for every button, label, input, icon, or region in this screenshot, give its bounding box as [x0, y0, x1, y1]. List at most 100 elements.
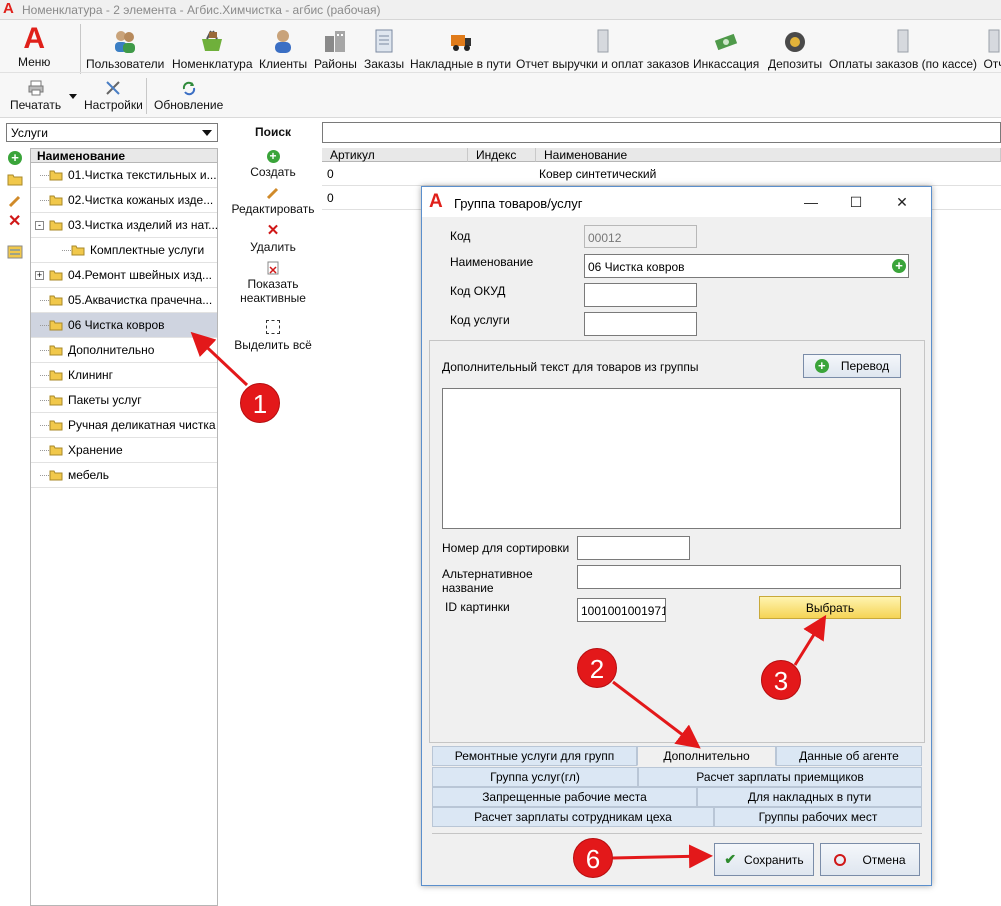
alt-name-field[interactable] — [577, 565, 901, 589]
translate-button[interactable]: + Перевод — [803, 354, 901, 378]
show-inactive-button[interactable]: Показать неактивные — [228, 261, 318, 305]
clients-button[interactable]: Клиенты — [259, 28, 307, 71]
cancel-label: Отмена — [862, 852, 906, 867]
tab-service-group[interactable]: Группа услуг(гл) — [432, 767, 638, 787]
create-button[interactable]: + Создать — [228, 150, 318, 179]
tree-item-label: Клининг — [68, 368, 114, 382]
list-icon[interactable] — [7, 245, 23, 259]
add-group-icon[interactable]: + — [8, 151, 22, 165]
search-input[interactable] — [322, 122, 1001, 143]
tree-item[interactable]: +04.Ремонт швейных изд... — [31, 263, 217, 288]
tree-item[interactable]: Дополнительно — [31, 338, 217, 363]
column-header-name[interactable]: Наименование — [536, 148, 1001, 162]
minimize-icon[interactable]: — — [796, 191, 826, 213]
image-id-label: ID картинки — [445, 600, 510, 614]
tab-workplace-groups[interactable]: Группы рабочих мест — [714, 807, 922, 827]
tree-item[interactable]: 05.Аквачистка прачечна... — [31, 288, 217, 313]
add-translation-icon[interactable]: + — [892, 259, 906, 273]
tree-item[interactable]: - 03.Чистка изделий из нат... — [31, 213, 217, 238]
tree-item[interactable]: Пакеты услуг — [31, 388, 217, 413]
tab-repair-services[interactable]: Ремонтные услуги для групп — [432, 746, 637, 766]
districts-button[interactable]: Районы — [314, 28, 357, 71]
tab-additional[interactable]: Дополнительно — [637, 746, 776, 766]
cell-article: 0 — [327, 167, 334, 181]
edit-button[interactable]: Редактировать — [228, 187, 318, 216]
order-payments-label: Оплаты заказов (по кассе) — [829, 57, 978, 71]
revenue-report-label: Отчет выручки и оплат заказов — [516, 57, 690, 71]
delete-icon[interactable]: ✕ — [8, 214, 21, 230]
column-header-article[interactable]: Артикул — [322, 148, 468, 162]
nomenclature-button[interactable]: Номенклатура — [172, 28, 253, 71]
tree-item-label: Дополнительно — [68, 343, 155, 357]
category-filter-select[interactable]: Услуги — [6, 123, 218, 142]
service-code-field[interactable] — [584, 312, 697, 336]
table-row[interactable]: 0 Ковер синтетический — [322, 162, 1001, 186]
image-id-field[interactable]: 1001001001971 — [577, 598, 666, 622]
menu-button[interactable]: A Меню — [18, 22, 50, 70]
report-more-button[interactable]: Отч — [981, 28, 1001, 71]
sort-label: Номер для сортировки — [442, 541, 570, 555]
folder-icon — [49, 295, 63, 306]
category-filter-value: Услуги — [11, 126, 48, 140]
tab-forbidden-workplaces[interactable]: Запрещенные рабочие места — [432, 787, 697, 807]
column-header-index[interactable]: Индекс — [468, 148, 536, 162]
waybills-label: Накладные в пути — [410, 57, 512, 71]
settings-button[interactable]: Настройки — [84, 80, 143, 112]
create-label: Создать — [250, 165, 296, 179]
tree-item-label: 06 Чистка ковров — [68, 318, 165, 332]
save-button[interactable]: ✔ Сохранить — [714, 843, 814, 876]
close-icon[interactable]: ✕ — [887, 191, 917, 213]
folder-icon — [49, 370, 63, 381]
window-title: Номенклатура - 2 элемента - Агбис.Химчис… — [22, 3, 381, 17]
delete-icon: ✕ — [266, 222, 280, 239]
delete-label: Удалить — [250, 240, 296, 254]
name-field[interactable]: 06 Чистка ковров + — [584, 254, 909, 278]
tree-item[interactable]: мебель — [31, 463, 217, 488]
folder-icon[interactable] — [7, 172, 23, 186]
choose-image-button[interactable]: Выбрать — [759, 596, 901, 619]
waybills-button[interactable]: Накладные в пути — [410, 28, 511, 71]
users-button[interactable]: Пользователи — [86, 28, 164, 71]
cancel-button[interactable]: Отмена — [820, 843, 920, 876]
collapse-icon[interactable]: - — [35, 221, 44, 230]
revenue-report-button[interactable]: Отчет выручки и оплат заказов — [516, 28, 689, 71]
maximize-icon[interactable]: ☐ — [841, 191, 871, 213]
tree-item[interactable]: Хранение — [31, 438, 217, 463]
tree-item[interactable]: 01.Чистка текстильных и... — [31, 163, 217, 188]
app-logo-icon: A — [23, 22, 46, 55]
district-icon — [325, 31, 346, 52]
deposits-button[interactable]: Депозиты — [768, 28, 822, 71]
tab-waybills-transit[interactable]: Для накладных в пути — [697, 787, 922, 807]
tree-item-label: 03.Чистка изделий из нат... — [68, 218, 217, 232]
collection-button[interactable]: Инкассация — [693, 28, 759, 71]
delete-button[interactable]: ✕ Удалить — [228, 222, 318, 254]
expand-icon[interactable]: + — [35, 271, 44, 280]
tree-item[interactable]: Ручная деликатная чистка — [31, 413, 217, 438]
sort-field[interactable] — [577, 536, 690, 560]
print-dropdown-icon[interactable] — [69, 94, 77, 99]
tree-item[interactable]: Клининг — [31, 363, 217, 388]
orders-button[interactable]: Заказы — [364, 28, 404, 71]
tree-item-label: Комплектные услуги — [90, 243, 205, 257]
users-icon — [115, 31, 136, 53]
folder-icon — [49, 445, 63, 456]
print-button[interactable]: Печатать — [10, 80, 61, 112]
ribbon-toolbar: A Меню Пользователи Номенклатура Клиенты… — [0, 20, 1001, 118]
tab-workshop-salary[interactable]: Расчет зарплаты сотрудникам цеха — [432, 807, 714, 827]
tab-receiver-salary[interactable]: Расчет зарплаты приемщиков — [638, 767, 922, 787]
tree-item-label: 05.Аквачистка прачечна... — [68, 293, 213, 307]
tab-agent-data[interactable]: Данные об агенте — [776, 746, 922, 766]
okud-field[interactable] — [584, 283, 697, 307]
tree-item[interactable]: 02.Чистка кожаных изде... — [31, 188, 217, 213]
select-all-button[interactable]: Выделить всё — [228, 320, 318, 352]
tree-item-label: 04.Ремонт швейных изд... — [68, 268, 212, 282]
districts-label: Районы — [314, 57, 357, 71]
refresh-button[interactable]: Обновление — [154, 80, 223, 112]
edit-pencil-icon[interactable] — [8, 194, 22, 208]
tree-item[interactable]: Комплектные услуги — [31, 238, 217, 263]
extra-text-area[interactable] — [442, 388, 901, 529]
settings-icon — [106, 81, 121, 95]
translate-label: Перевод — [840, 359, 890, 373]
order-payments-button[interactable]: Оплаты заказов (по кассе) — [829, 28, 977, 71]
tree-item[interactable]: 06 Чистка ковров — [31, 313, 217, 338]
